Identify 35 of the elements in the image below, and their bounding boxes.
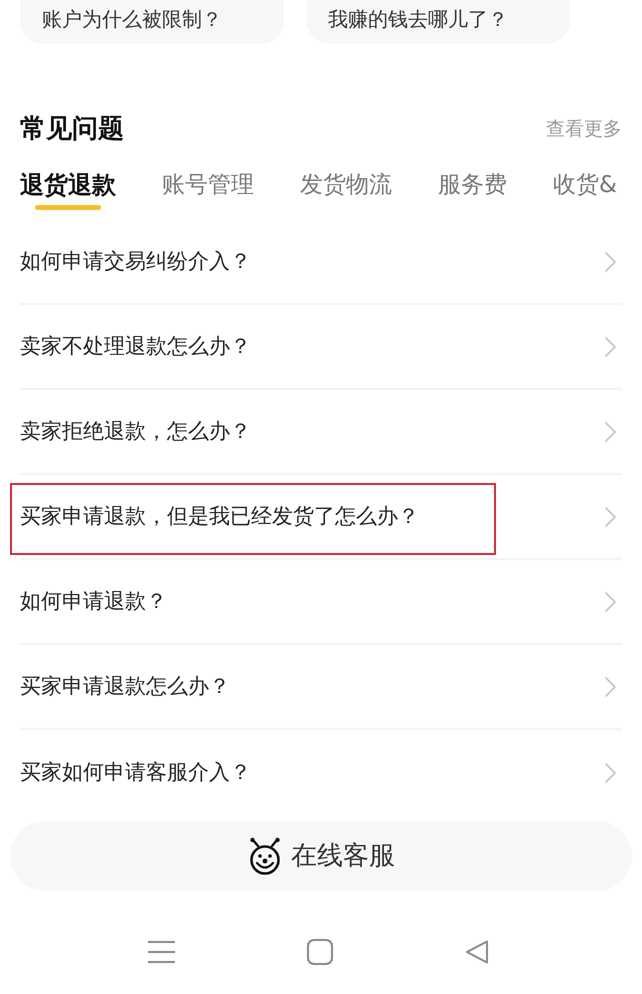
- faq-item[interactable]: 卖家不处理退款怎么办？: [20, 305, 622, 390]
- chevron-right-icon: [605, 252, 616, 272]
- faq-question: 买家如何申请客服介入？: [20, 758, 251, 786]
- faq-question: 卖家不处理退款怎么办？: [20, 332, 251, 360]
- chevron-right-icon: [605, 422, 616, 442]
- chevron-right-icon: [605, 506, 616, 526]
- faq-question: 卖家拒绝退款，怎么办？: [20, 418, 251, 445]
- online-support-button[interactable]: 在线客服: [10, 821, 632, 891]
- left-triangle-icon[interactable]: [465, 940, 489, 964]
- faq-item[interactable]: 买家申请退款，但是我已经发货了怎么办？: [20, 475, 622, 560]
- tab-underline: [35, 205, 101, 210]
- category-tab[interactable]: 收货&: [553, 172, 617, 212]
- chevron-right-icon: [605, 336, 616, 356]
- category-tab[interactable]: 发货物流: [300, 172, 392, 212]
- faq-question: 买家申请退款怎么办？: [20, 672, 230, 700]
- category-tab[interactable]: 退货退款: [20, 172, 116, 212]
- faq-item[interactable]: 如何申请交易纠纷介入？: [20, 220, 622, 305]
- faq-item[interactable]: 买家如何申请客服介入？: [20, 730, 622, 815]
- menu-icon[interactable]: [148, 940, 175, 964]
- chevron-right-icon: [605, 762, 616, 782]
- section-title: 常见问题: [20, 114, 124, 144]
- question-card[interactable]: 账户为什么被限制？: [20, 0, 284, 44]
- chevron-right-icon: [605, 592, 616, 612]
- faq-item[interactable]: 买家申请退款怎么办？: [20, 645, 622, 730]
- faq-question: 如何申请退款？: [20, 588, 167, 615]
- category-tab[interactable]: 服务费: [438, 172, 507, 212]
- faq-question: 如何申请交易纠纷介入？: [20, 248, 251, 275]
- question-card[interactable]: 我赚的钱去哪儿了？: [306, 0, 570, 44]
- cartoon-face-icon: [247, 837, 283, 875]
- faq-item[interactable]: 卖家拒绝退款，怎么办？: [20, 390, 622, 475]
- rounded-square-icon[interactable]: [307, 939, 333, 965]
- category-tab[interactable]: 账号管理: [162, 172, 254, 212]
- faq-question: 买家申请退款，但是我已经发货了怎么办？: [20, 502, 419, 530]
- faq-item[interactable]: 如何申请退款？: [20, 560, 622, 645]
- chevron-right-icon: [605, 676, 616, 696]
